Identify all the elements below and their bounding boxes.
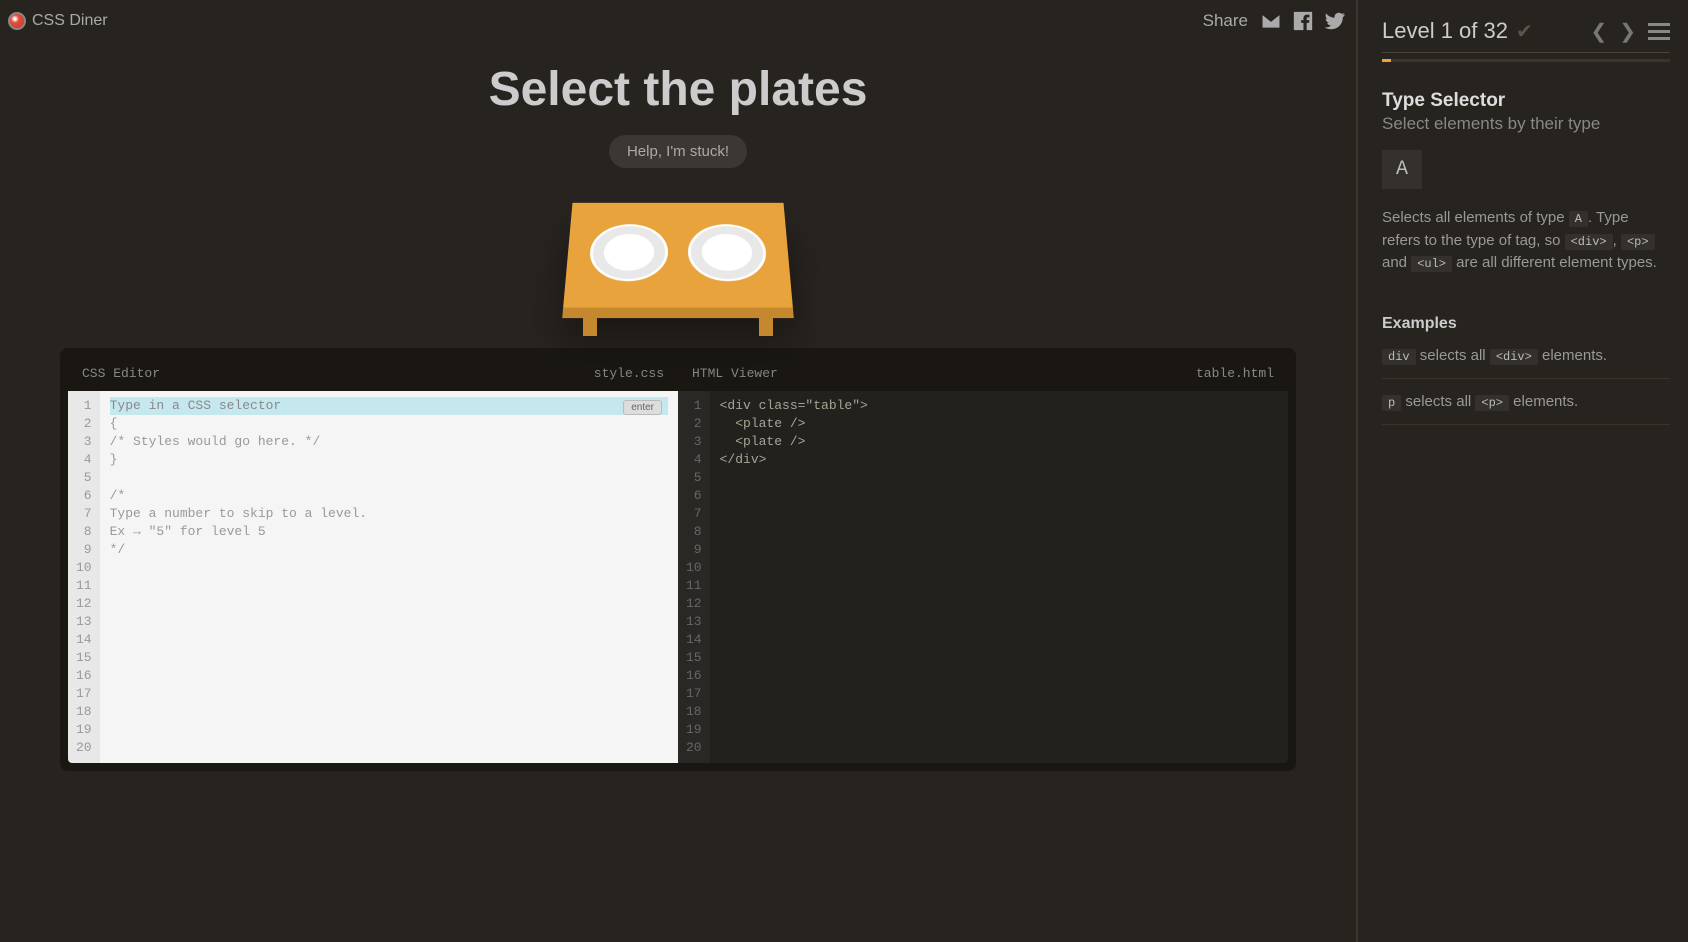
css-filename: style.css	[594, 366, 664, 381]
progress-bar	[1382, 59, 1670, 62]
css-editor-title: CSS Editor	[82, 366, 160, 381]
editor-container: CSS Editor style.css 1234567891011121314…	[60, 348, 1296, 771]
html-viewer-title: HTML Viewer	[692, 366, 778, 381]
table-top	[563, 203, 793, 308]
css-editor-pane: CSS Editor style.css 1234567891011121314…	[68, 356, 678, 763]
selector-description: Selects all elements of type A. Type ref…	[1382, 207, 1670, 275]
sidebar: Level 1 of 32 ✔ ❮ ❯ Type Selector Select…	[1358, 0, 1688, 942]
css-code-content[interactable]: Type in a CSS selector enter {/* Styles …	[100, 391, 678, 763]
plate-1[interactable]	[588, 224, 668, 281]
logo-icon	[8, 12, 26, 30]
share-label: Share	[1203, 11, 1248, 31]
selector-name: Type Selector	[1382, 90, 1670, 112]
progress-fill	[1382, 59, 1391, 62]
enter-button[interactable]: enter	[623, 400, 662, 415]
html-line-numbers: 1234567891011121314151617181920	[678, 391, 710, 763]
plate-2[interactable]	[688, 224, 768, 281]
example-2: p selects all <p> elements.	[1382, 393, 1670, 425]
facebook-icon[interactable]	[1292, 10, 1314, 32]
main-area: CSS Diner Share Select the plates Help, …	[0, 0, 1358, 942]
level-indicator[interactable]: Level 1 of 32 ✔	[1382, 18, 1533, 44]
example-1: div selects all <div> elements.	[1382, 347, 1670, 379]
share-area: Share	[1203, 10, 1346, 32]
examples-heading: Examples	[1382, 315, 1670, 333]
selector-subtitle: Select elements by their type	[1382, 114, 1670, 134]
logo[interactable]: CSS Diner	[8, 12, 108, 30]
html-code-content[interactable]: <div class="table"> <plate /> <plate /><…	[710, 391, 1288, 763]
check-icon: ✔	[1516, 19, 1533, 44]
help-button[interactable]: Help, I'm stuck!	[609, 135, 747, 168]
next-level-arrow[interactable]: ❯	[1619, 19, 1636, 44]
prev-level-arrow[interactable]: ❮	[1590, 19, 1607, 44]
page-title: Select the plates	[0, 62, 1356, 117]
table-visual	[0, 198, 1356, 313]
css-input-line[interactable]: Type in a CSS selector enter	[110, 397, 668, 415]
email-icon[interactable]	[1260, 10, 1282, 32]
app-name: CSS Diner	[32, 12, 108, 30]
table-leg	[583, 318, 597, 336]
syntax-box: A	[1382, 150, 1422, 189]
header: CSS Diner Share	[0, 0, 1356, 32]
css-line-numbers: 1234567891011121314151617181920	[68, 391, 100, 763]
css-input-placeholder: Type in a CSS selector	[110, 398, 282, 413]
menu-icon[interactable]	[1648, 23, 1670, 40]
twitter-icon[interactable]	[1324, 10, 1346, 32]
html-viewer-pane: HTML Viewer table.html 12345678910111213…	[678, 356, 1288, 763]
table-leg	[759, 318, 773, 336]
html-filename: table.html	[1196, 366, 1274, 381]
